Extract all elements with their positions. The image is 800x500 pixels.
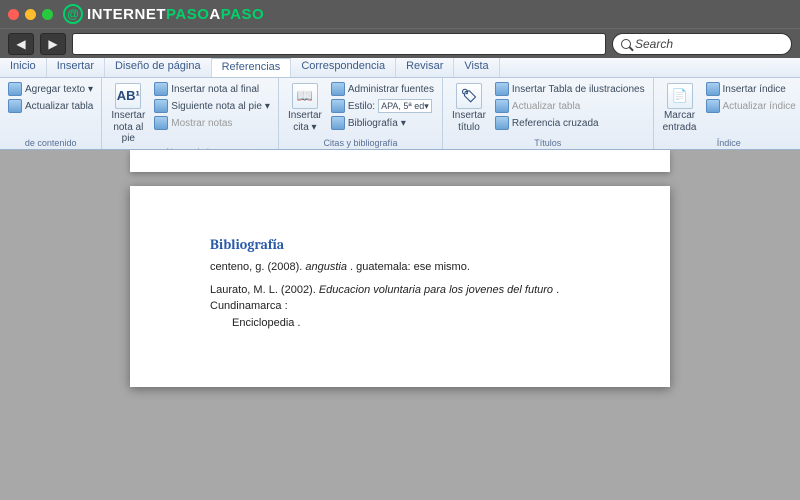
update-icon <box>8 99 22 113</box>
biblio-icon <box>331 116 345 130</box>
tab-diseno[interactable]: Diseño de página <box>105 58 212 77</box>
back-button[interactable]: ◀ <box>8 33 34 55</box>
prev-page-edge <box>130 150 670 172</box>
update-index-icon <box>706 99 720 113</box>
captions-label: Títulos <box>449 137 647 149</box>
citation-entry-1: centeno, g. (2008). angustia . guatemala… <box>210 259 590 276</box>
tab-revisar[interactable]: Revisar <box>396 58 454 77</box>
ribbon-tabs: Inicio Insertar Diseño de página Referen… <box>0 58 800 78</box>
show-notes-button[interactable]: Mostrar notas <box>152 115 272 131</box>
insert-index-button[interactable]: Insertar índice <box>704 81 798 97</box>
group-index: 📄 Marcar entrada Insertar índice Actuali… <box>654 78 800 149</box>
group-citations: 📖 Insertar cita ▾ Administrar fuentes Es… <box>279 78 443 149</box>
cross-ref-button[interactable]: Referencia cruzada <box>493 115 647 131</box>
bibliography-heading: Bibliografía <box>210 236 590 253</box>
forward-button[interactable]: ▶ <box>40 33 66 55</box>
browser-navbar: ◀ ▶ Search <box>0 28 800 58</box>
search-icon <box>621 39 631 49</box>
minimize-icon[interactable] <box>25 9 36 20</box>
maximize-icon[interactable] <box>42 9 53 20</box>
logo-icon: @ <box>63 4 83 24</box>
caption-icon: 🏷 <box>456 83 482 109</box>
group-toc: Agregar texto ▾ Actualizar tabla de cont… <box>0 78 102 149</box>
mark-entry-button[interactable]: 📄 Marcar entrada <box>660 81 700 135</box>
citation-icon: 📖 <box>292 83 318 109</box>
update-index-button[interactable]: Actualizar índice <box>704 98 798 114</box>
add-text-icon <box>8 82 22 96</box>
traffic-lights <box>8 9 53 20</box>
insert-endnote-button[interactable]: Insertar nota al final <box>152 81 272 97</box>
document-page[interactable]: Bibliografía centeno, g. (2008). angusti… <box>130 186 670 387</box>
ribbon: Agregar texto ▾ Actualizar tabla de cont… <box>0 78 800 150</box>
next-footnote-button[interactable]: Siguiente nota al pie ▾ <box>152 98 272 114</box>
update-captions-button[interactable]: Actualizar tabla <box>493 98 647 114</box>
footnote-icon: AB¹ <box>115 83 141 109</box>
insert-toi-button[interactable]: Insertar Tabla de ilustraciones <box>493 81 647 97</box>
insert-citation-button[interactable]: 📖 Insertar cita ▾ <box>285 81 325 135</box>
update-toc-button[interactable]: Actualizar tabla <box>6 98 95 114</box>
tab-vista[interactable]: Vista <box>454 58 499 77</box>
toi-icon <box>495 82 509 96</box>
insert-footnote-button[interactable]: AB¹ Insertar nota al pie <box>108 81 148 146</box>
next-note-icon <box>154 99 168 113</box>
citation-entry-2: Laurato, M. L. (2002). Educacion volunta… <box>210 282 590 332</box>
style-icon <box>331 99 345 113</box>
bibliography-button[interactable]: Bibliografía ▾ <box>329 115 436 131</box>
tab-inicio[interactable]: Inicio <box>0 58 47 77</box>
group-captions: 🏷 Insertar título Insertar Tabla de ilus… <box>443 78 654 149</box>
tab-referencias[interactable]: Referencias <box>212 58 292 77</box>
search-input[interactable]: Search <box>612 33 792 55</box>
search-placeholder: Search <box>635 37 673 51</box>
brand-text: INTERNETPASOAPASO <box>87 6 264 23</box>
index-label: Índice <box>660 137 798 149</box>
mark-entry-icon: 📄 <box>667 83 693 109</box>
insert-index-icon <box>706 82 720 96</box>
crossref-icon <box>495 116 509 130</box>
tab-insertar[interactable]: Insertar <box>47 58 105 77</box>
endnote-icon <box>154 82 168 96</box>
tab-correspondencia[interactable]: Correspondencia <box>291 58 396 77</box>
close-icon[interactable] <box>8 9 19 20</box>
style-selector[interactable]: Estilo: APA, 5ª ed ▾ <box>329 98 436 114</box>
update-cap-icon <box>495 99 509 113</box>
show-notes-icon <box>154 116 168 130</box>
citations-label: Citas y bibliografía <box>285 137 436 149</box>
window-titlebar: @ INTERNETPASOAPASO <box>0 0 800 28</box>
insert-caption-button[interactable]: 🏷 Insertar título <box>449 81 489 135</box>
add-text-button[interactable]: Agregar texto ▾ <box>6 81 95 97</box>
manage-sources-button[interactable]: Administrar fuentes <box>329 81 436 97</box>
manage-icon <box>331 82 345 96</box>
document-canvas[interactable]: Bibliografía centeno, g. (2008). angusti… <box>0 150 800 500</box>
group-footnotes: AB¹ Insertar nota al pie Insertar nota a… <box>102 78 279 149</box>
url-input[interactable] <box>72 33 606 55</box>
toc-big-label: de contenido <box>6 137 95 149</box>
